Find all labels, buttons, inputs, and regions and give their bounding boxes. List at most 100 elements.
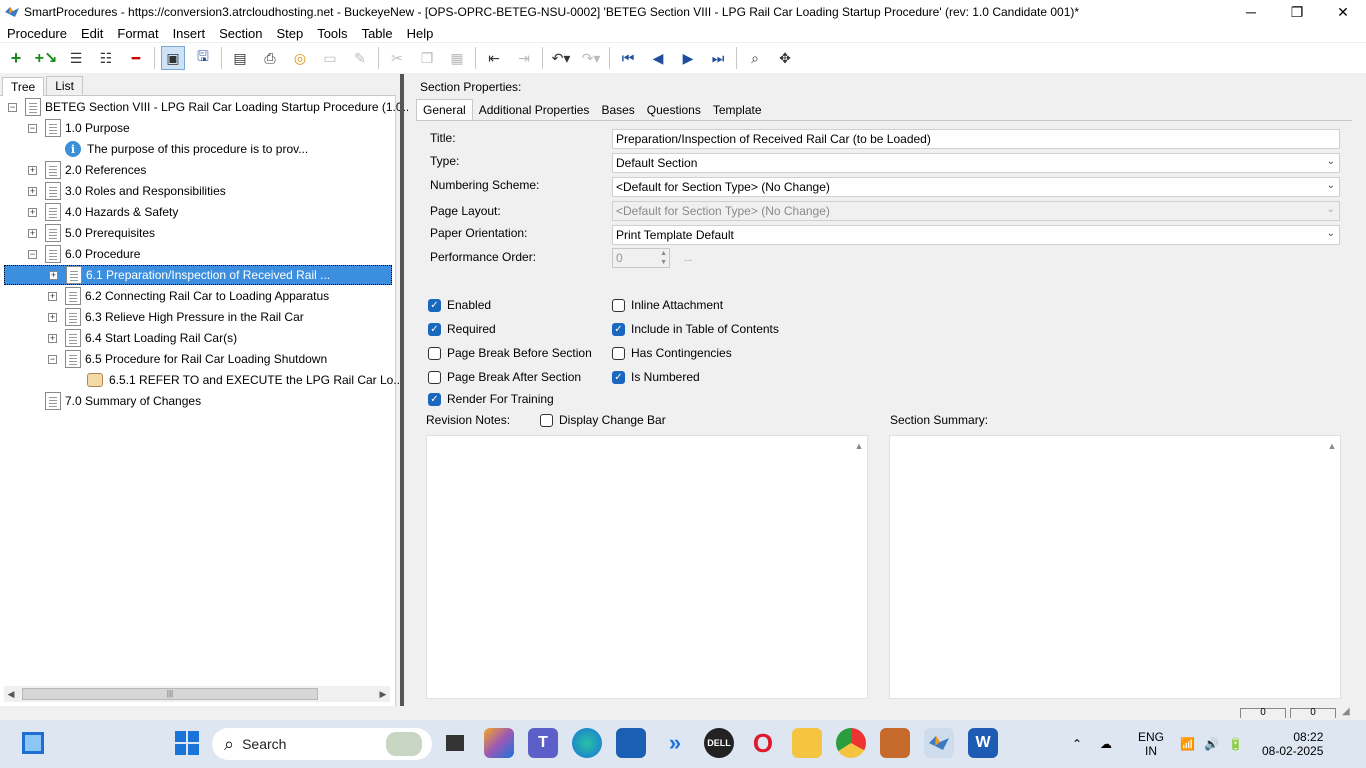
- task-view-icon[interactable]: [440, 728, 470, 758]
- close-button[interactable]: ✕: [1320, 0, 1366, 24]
- tree-node[interactable]: − BETEG Section VIII - LPG Rail Car Load…: [8, 97, 413, 117]
- cut-icon[interactable]: ✂: [385, 46, 409, 70]
- copy-icon[interactable]: ❐: [415, 46, 439, 70]
- chrome-icon[interactable]: [836, 728, 866, 758]
- opera-icon[interactable]: O: [748, 728, 778, 758]
- menu-section[interactable]: Section: [212, 26, 269, 41]
- performance-order-stepper[interactable]: 0 ▲ ▼: [612, 248, 670, 268]
- scroll-up-icon[interactable]: ▲: [851, 436, 867, 456]
- previous-icon[interactable]: ◀: [646, 46, 670, 70]
- tree-node-selected[interactable]: + 6.1 Preparation/Inspection of Received…: [4, 265, 392, 285]
- tab-list[interactable]: List: [46, 76, 83, 95]
- tab-additional-properties[interactable]: Additional Properties: [473, 100, 596, 120]
- expand-icon[interactable]: +: [49, 270, 58, 280]
- menu-help[interactable]: Help: [400, 26, 441, 41]
- undo-icon[interactable]: ↶▾: [549, 46, 573, 70]
- has-contingencies-checkbox[interactable]: Has Contingencies: [612, 346, 732, 360]
- language-indicator[interactable]: ENG IN: [1138, 720, 1164, 768]
- collapse-icon[interactable]: −: [28, 249, 37, 259]
- tree-node[interactable]: + 3.0 Roles and Responsibilities: [28, 181, 226, 201]
- tray-overflow-icon[interactable]: ⌃: [1072, 720, 1082, 768]
- tree-node[interactable]: − 6.0 Procedure: [28, 244, 140, 264]
- inline-attachment-checkbox[interactable]: Inline Attachment: [612, 298, 723, 312]
- pane-splitter[interactable]: [400, 74, 404, 706]
- wifi-icon[interactable]: 📶: [1180, 720, 1195, 768]
- power-automate-icon[interactable]: »: [660, 728, 690, 758]
- collapse-icon[interactable]: −: [28, 123, 37, 133]
- tab-tree[interactable]: Tree: [2, 77, 45, 96]
- indent-right-icon[interactable]: ⇥: [512, 46, 536, 70]
- tree-node[interactable]: i The purpose of this procedure is to pr…: [48, 139, 308, 159]
- tree-node[interactable]: + 4.0 Hazards & Safety: [28, 202, 178, 222]
- publish-icon[interactable]: ▤: [228, 46, 252, 70]
- tree-node[interactable]: + 5.0 Prerequisites: [28, 223, 155, 243]
- edge-icon[interactable]: [572, 728, 602, 758]
- page-break-before-checkbox[interactable]: Page Break Before Section: [428, 346, 592, 360]
- find-icon[interactable]: ⌕: [743, 46, 767, 70]
- menu-edit[interactable]: Edit: [74, 26, 110, 41]
- tree-horizontal-scrollbar[interactable]: ◀ ||| ▶: [4, 686, 390, 702]
- menu-step[interactable]: Step: [269, 26, 310, 41]
- windows-start-icon[interactable]: [172, 728, 202, 758]
- expand-icon[interactable]: +: [48, 312, 57, 322]
- save-icon[interactable]: 🖫: [191, 46, 215, 70]
- spellcheck-icon[interactable]: ◎: [288, 46, 312, 70]
- scrollbar-thumb[interactable]: |||: [22, 688, 318, 700]
- remote-desktop-icon[interactable]: [880, 728, 910, 758]
- performance-order-browse-button[interactable]: ...: [678, 253, 698, 269]
- display-change-bar-checkbox[interactable]: Display Change Bar: [540, 413, 666, 427]
- expand-icon[interactable]: +: [28, 228, 37, 238]
- tab-questions[interactable]: Questions: [641, 100, 707, 120]
- menu-procedure[interactable]: Procedure: [0, 26, 74, 41]
- section-summary-editor[interactable]: ▲: [889, 435, 1341, 699]
- tab-template[interactable]: Template: [707, 100, 768, 120]
- remove-icon[interactable]: ━: [124, 46, 148, 70]
- scroll-right-icon[interactable]: ▶: [376, 689, 390, 700]
- enabled-checkbox[interactable]: ✓ Enabled: [428, 298, 491, 312]
- menu-tools[interactable]: Tools: [310, 26, 354, 41]
- copilot-icon[interactable]: [484, 728, 514, 758]
- clock[interactable]: 08:22 08-02-2025: [1262, 720, 1323, 768]
- stepper-arrows-icon[interactable]: ▲ ▼: [660, 249, 667, 267]
- taskbar-search-box[interactable]: ⌕ Search: [212, 728, 432, 760]
- menu-table[interactable]: Table: [355, 26, 400, 41]
- smartprocedures-taskbar-icon[interactable]: [924, 728, 954, 758]
- list-icon[interactable]: ☰: [64, 46, 88, 70]
- maximize-button[interactable]: ❐: [1274, 0, 1320, 24]
- tree-node[interactable]: − 6.5 Procedure for Rail Car Loading Shu…: [48, 349, 327, 369]
- last-icon[interactable]: ⏭: [706, 46, 730, 70]
- paper-orientation-select[interactable]: Print Template Default ⌄: [612, 225, 1340, 245]
- teams-icon[interactable]: T: [528, 728, 558, 758]
- expand-icon[interactable]: +: [28, 186, 37, 196]
- menu-format[interactable]: Format: [110, 26, 165, 41]
- store-icon[interactable]: [616, 728, 646, 758]
- expand-icon[interactable]: +: [48, 291, 57, 301]
- first-icon[interactable]: ⏮: [616, 46, 640, 70]
- resize-grip-icon[interactable]: ◢: [1342, 706, 1350, 717]
- widgets-icon[interactable]: [18, 728, 48, 758]
- required-checkbox[interactable]: ✓ Required: [428, 322, 496, 336]
- title-field[interactable]: Preparation/Inspection of Received Rail …: [612, 129, 1340, 149]
- tree-node[interactable]: + 2.0 References: [28, 160, 146, 180]
- tree-node[interactable]: 7.0 Summary of Changes: [28, 391, 201, 411]
- volume-icon[interactable]: 🔊: [1204, 720, 1219, 768]
- tree-node[interactable]: + 6.4 Start Loading Rail Car(s): [48, 328, 237, 348]
- page-break-after-checkbox[interactable]: Page Break After Section: [428, 370, 581, 384]
- network-cloud-icon[interactable]: ☁: [1100, 720, 1112, 768]
- file-explorer-icon[interactable]: [792, 728, 822, 758]
- next-icon[interactable]: ▶: [676, 46, 700, 70]
- expand-icon[interactable]: +: [28, 207, 37, 217]
- is-numbered-checkbox[interactable]: ✓ Is Numbered: [612, 370, 700, 384]
- numbering-scheme-select[interactable]: <Default for Section Type> (No Change) ⌄: [612, 177, 1340, 197]
- tree-node[interactable]: + 6.3 Relieve High Pressure in the Rail …: [48, 307, 304, 327]
- tree-node[interactable]: + 6.2 Connecting Rail Car to Loading App…: [48, 286, 329, 306]
- print-icon[interactable]: ⎙: [258, 46, 282, 70]
- add-child-icon[interactable]: +↘: [34, 46, 58, 70]
- render-for-training-checkbox[interactable]: ✓ Render For Training: [428, 392, 554, 406]
- indent-left-icon[interactable]: ⇤: [482, 46, 506, 70]
- scroll-up-icon[interactable]: ▲: [1324, 436, 1340, 456]
- type-select[interactable]: Default Section ⌄: [612, 153, 1340, 173]
- add-icon[interactable]: +: [4, 46, 28, 70]
- battery-icon[interactable]: 🔋: [1228, 720, 1243, 768]
- scroll-left-icon[interactable]: ◀: [4, 689, 18, 700]
